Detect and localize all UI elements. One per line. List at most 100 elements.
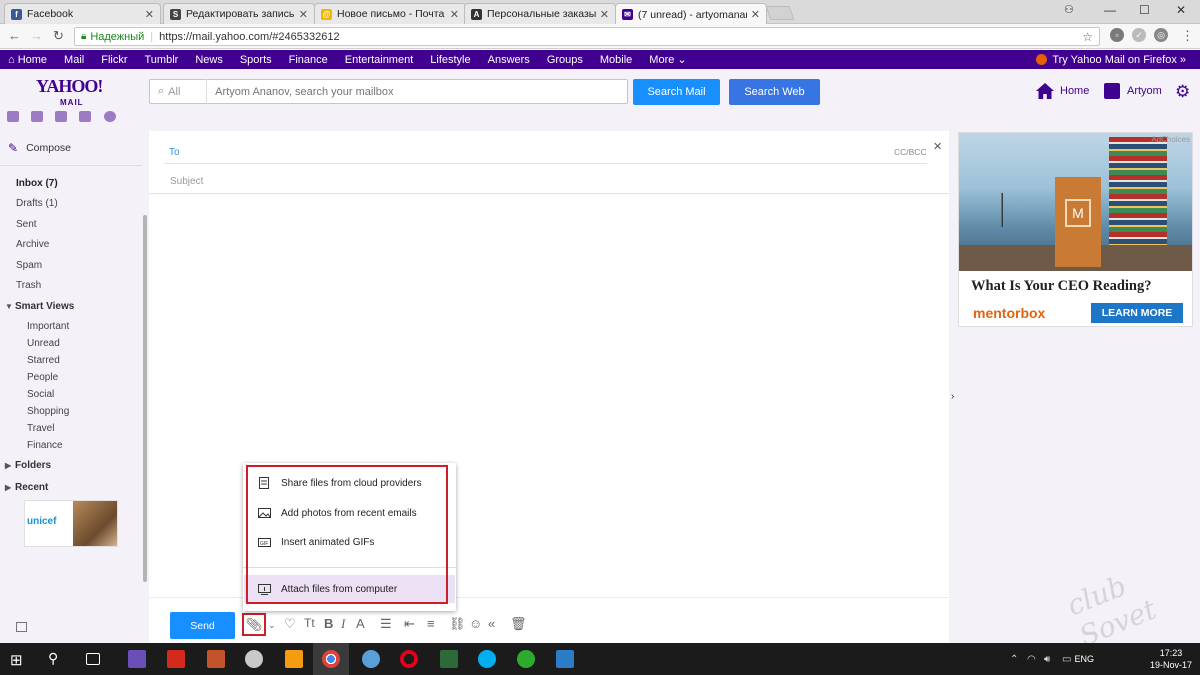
skype-icon[interactable]: [478, 650, 496, 668]
app-icon[interactable]: [207, 650, 225, 668]
adchoices-label[interactable]: AdChoices: [1151, 135, 1190, 144]
emoji-icon[interactable]: ☺: [469, 616, 482, 631]
close-window-button[interactable]: ✕: [1176, 3, 1186, 17]
tray-up-icon[interactable]: ⌃: [1010, 654, 1018, 665]
yahoo-nav-lifestyle[interactable]: Lifestyle: [430, 54, 470, 66]
folder-archive[interactable]: Archive: [16, 239, 49, 250]
folders-header[interactable]: ▶ Folders: [5, 460, 51, 471]
mail-app-icon[interactable]: [7, 111, 19, 122]
tab-facebook[interactable]: f Facebook ✕: [4, 3, 161, 24]
folder-inbox[interactable]: Inbox (7): [16, 178, 58, 189]
yahoo-nav-home[interactable]: ⌂ Home: [8, 54, 47, 66]
home-link[interactable]: Home: [1036, 83, 1089, 99]
extension-globe-icon[interactable]: ◎: [1154, 28, 1168, 42]
profile-icon[interactable]: ⚇: [1064, 3, 1074, 16]
search-web-button[interactable]: Search Web: [729, 79, 820, 105]
tab-yahoo-mail[interactable]: ✉ (7 unread) - artyomanano ✕: [615, 3, 767, 25]
firefox-promo-link[interactable]: Try Yahoo Mail on Firefox »: [1036, 54, 1186, 66]
language-indicator[interactable]: ENG: [1074, 654, 1094, 664]
text-color-icon[interactable]: A: [356, 616, 365, 631]
battery-icon[interactable]: ▭: [1062, 654, 1071, 665]
collapse-icon[interactable]: «: [488, 616, 495, 631]
utorrent-icon[interactable]: [517, 650, 535, 668]
image-icon[interactable]: [16, 622, 27, 632]
compose-button[interactable]: ✎ Compose: [8, 141, 71, 155]
acrobat-icon[interactable]: [167, 650, 185, 668]
folder-trash[interactable]: Trash: [16, 280, 41, 291]
search-icon[interactable]: ⚲: [48, 650, 66, 668]
smart-view-starred[interactable]: Starred: [27, 355, 60, 366]
new-tab-button[interactable]: [765, 6, 795, 20]
smart-view-people[interactable]: People: [27, 372, 58, 383]
url-field[interactable]: 🔒︎ Надежный | https://mail.yahoo.com/#24…: [74, 27, 1100, 46]
close-tab-icon[interactable]: ✕: [145, 8, 154, 21]
user-menu[interactable]: Artyom: [1104, 83, 1162, 99]
trash-icon[interactable]: 🗑︎: [510, 616, 527, 632]
align-icon[interactable]: ≡: [427, 616, 435, 631]
extension-icon[interactable]: ▫: [1110, 28, 1124, 42]
yahoo-nav-flickr[interactable]: Flickr: [101, 54, 127, 66]
app-icon[interactable]: [362, 650, 380, 668]
app-icon[interactable]: [285, 650, 303, 668]
tab-new-letter[interactable]: @ Новое письмо - Почта I ✕: [314, 3, 466, 24]
sidebar-scrollbar[interactable]: [143, 215, 147, 582]
mentorbox-ad[interactable]: M AdChoices What Is Your CEO Reading? me…: [958, 132, 1193, 327]
smart-view-unread[interactable]: Unread: [27, 338, 60, 349]
yahoo-nav-answers[interactable]: Answers: [488, 54, 530, 66]
yahoo-nav-more[interactable]: More ⌄: [649, 53, 686, 66]
unicef-ad[interactable]: unicef: [24, 500, 118, 547]
app-icon[interactable]: [556, 650, 574, 668]
bullet-list-icon[interactable]: ☰: [380, 616, 392, 632]
yahoo-nav-entertainment[interactable]: Entertainment: [345, 54, 413, 66]
search-mail-button[interactable]: Search Mail: [633, 79, 720, 105]
task-view-icon[interactable]: [86, 653, 100, 665]
calendar-app-icon[interactable]: [55, 111, 67, 122]
minimize-button[interactable]: —: [1104, 3, 1116, 17]
maximize-button[interactable]: ☐: [1139, 3, 1150, 17]
menu-icon[interactable]: ⋮: [1181, 28, 1194, 44]
subject-field[interactable]: Subject: [170, 176, 203, 187]
visual-studio-icon[interactable]: [128, 650, 146, 668]
volume-icon[interactable]: 🔊︎: [1044, 654, 1050, 665]
to-field[interactable]: To: [169, 147, 180, 158]
smart-views-header[interactable]: ▼ Smart Views: [5, 301, 74, 312]
attach-button[interactable]: 📎︎: [242, 613, 266, 636]
opera-icon[interactable]: [400, 650, 418, 668]
close-tab-icon[interactable]: ✕: [450, 8, 459, 21]
smart-view-finance[interactable]: Finance: [27, 440, 63, 451]
extension-check-icon[interactable]: ✓: [1132, 28, 1146, 42]
close-tab-icon[interactable]: ✕: [299, 8, 308, 21]
chrome-icon[interactable]: [322, 650, 340, 668]
network-icon[interactable]: ◠: [1027, 654, 1036, 665]
link-icon[interactable]: ⛓︎: [449, 616, 466, 632]
bookmark-star-icon[interactable]: ☆: [1082, 30, 1093, 44]
gear-icon[interactable]: ⚙: [1175, 82, 1190, 102]
messenger-app-icon[interactable]: [104, 111, 116, 122]
bold-icon[interactable]: B: [324, 616, 333, 631]
smart-view-important[interactable]: Important: [27, 321, 69, 332]
close-tab-icon[interactable]: ✕: [600, 8, 609, 21]
yahoo-nav-finance[interactable]: Finance: [289, 54, 328, 66]
close-tab-icon[interactable]: ✕: [751, 8, 760, 21]
folder-spam[interactable]: Spam: [16, 260, 42, 271]
notepad-app-icon[interactable]: [79, 111, 91, 122]
folder-sent[interactable]: Sent: [16, 219, 37, 230]
yahoo-nav-groups[interactable]: Groups: [547, 54, 583, 66]
yahoo-nav-mobile[interactable]: Mobile: [600, 54, 632, 66]
tab-edit-post[interactable]: S Редактировать запись « ✕: [163, 3, 315, 24]
tab-personal-orders[interactable]: A Персональные заказы , ✕: [464, 3, 616, 24]
font-size-icon[interactable]: Tt: [304, 616, 315, 630]
yahoo-nav-mail[interactable]: Mail: [64, 54, 84, 66]
learn-more-button[interactable]: LEARN MORE: [1091, 303, 1183, 323]
clock[interactable]: 17:23 19-Nov-17: [1150, 647, 1192, 671]
back-icon[interactable]: ←: [8, 28, 21, 43]
reload-icon[interactable]: ↻: [53, 28, 64, 44]
attach-dropdown-icon[interactable]: ⌄: [268, 620, 276, 631]
search-scope[interactable]: All: [168, 86, 206, 98]
app-icon[interactable]: [245, 650, 263, 668]
app-icon[interactable]: [440, 650, 458, 668]
windows-start-icon[interactable]: ⊞: [10, 651, 28, 669]
folder-drafts[interactable]: Drafts (1): [16, 198, 58, 209]
mail-search-box[interactable]: ⌕ All: [149, 79, 628, 104]
yahoo-nav-tumblr[interactable]: Tumblr: [145, 54, 179, 66]
